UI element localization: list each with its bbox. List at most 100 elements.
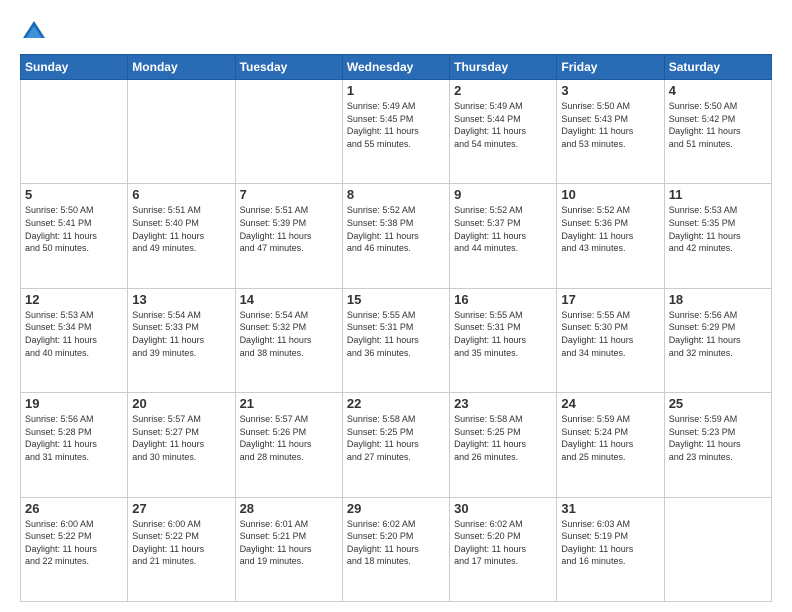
calendar-cell: 19 Sunrise: 5:56 AMSunset: 5:28 PMDayligh… (21, 393, 128, 497)
day-info: Sunrise: 5:53 AMSunset: 5:35 PMDaylight:… (669, 204, 767, 254)
day-info: Sunrise: 6:00 AMSunset: 5:22 PMDaylight:… (25, 518, 123, 568)
calendar-table: SundayMondayTuesdayWednesdayThursdayFrid… (20, 54, 772, 602)
calendar-cell: 11Sunrise: 5:53 AMSunset: 5:35 PMDayligh… (664, 184, 771, 288)
day-info: Sunrise: 5:49 AMSunset: 5:44 PMDaylight:… (454, 100, 552, 150)
day-info: Sunrise: 5:59 AMSunset: 5:23 PMDaylight:… (669, 413, 767, 463)
logo-icon (20, 18, 48, 46)
day-number: 10 (561, 187, 659, 202)
day-info: Sunrise: 5:55 AMSunset: 5:30 PMDaylight:… (561, 309, 659, 359)
day-number: 6 (132, 187, 230, 202)
day-number: 15 (347, 292, 445, 307)
calendar-cell (235, 80, 342, 184)
calendar-cell: 17 Sunrise: 5:55 AMSunset: 5:30 PMDayligh… (557, 288, 664, 392)
calendar-cell: 9 Sunrise: 5:52 AMSunset: 5:37 PMDaylight… (450, 184, 557, 288)
header (20, 18, 772, 46)
day-number: 3 (561, 83, 659, 98)
calendar-cell (664, 497, 771, 601)
day-info: Sunrise: 5:56 AMSunset: 5:29 PMDaylight:… (669, 309, 767, 359)
calendar-cell: 4 Sunrise: 5:50 AMSunset: 5:42 PMDaylight… (664, 80, 771, 184)
day-info: Sunrise: 5:58 AMSunset: 5:25 PMDaylight:… (454, 413, 552, 463)
day-number: 17 (561, 292, 659, 307)
calendar-cell: 31 Sunrise: 6:03 AMSunset: 5:19 PMDayligh… (557, 497, 664, 601)
day-number: 2 (454, 83, 552, 98)
day-info: Sunrise: 6:02 AMSunset: 5:20 PMDaylight:… (454, 518, 552, 568)
day-info: Sunrise: 5:51 AMSunset: 5:39 PMDaylight:… (240, 204, 338, 254)
day-number: 19 (25, 396, 123, 411)
day-info: Sunrise: 5:50 AMSunset: 5:43 PMDaylight:… (561, 100, 659, 150)
day-info: Sunrise: 5:57 AMSunset: 5:27 PMDaylight:… (132, 413, 230, 463)
weekday-header-row: SundayMondayTuesdayWednesdayThursdayFrid… (21, 55, 772, 80)
day-info: Sunrise: 5:50 AMSunset: 5:42 PMDaylight:… (669, 100, 767, 150)
weekday-header-saturday: Saturday (664, 55, 771, 80)
weekday-header-friday: Friday (557, 55, 664, 80)
calendar-cell: 3 Sunrise: 5:50 AMSunset: 5:43 PMDaylight… (557, 80, 664, 184)
weekday-header-wednesday: Wednesday (342, 55, 449, 80)
calendar-week-3: 12Sunrise: 5:53 AMSunset: 5:34 PMDayligh… (21, 288, 772, 392)
calendar-cell: 22 Sunrise: 5:58 AMSunset: 5:25 PMDayligh… (342, 393, 449, 497)
day-info: Sunrise: 5:54 AMSunset: 5:33 PMDaylight:… (132, 309, 230, 359)
weekday-header-sunday: Sunday (21, 55, 128, 80)
day-info: Sunrise: 5:52 AMSunset: 5:36 PMDaylight:… (561, 204, 659, 254)
calendar-cell: 27 Sunrise: 6:00 AMSunset: 5:22 PMDayligh… (128, 497, 235, 601)
calendar-cell: 10 Sunrise: 5:52 AMSunset: 5:36 PMDayligh… (557, 184, 664, 288)
day-number: 9 (454, 187, 552, 202)
day-info: Sunrise: 5:55 AMSunset: 5:31 PMDaylight:… (454, 309, 552, 359)
day-number: 18 (669, 292, 767, 307)
day-number: 21 (240, 396, 338, 411)
day-info: Sunrise: 5:57 AMSunset: 5:26 PMDaylight:… (240, 413, 338, 463)
day-number: 24 (561, 396, 659, 411)
day-number: 27 (132, 501, 230, 516)
day-number: 8 (347, 187, 445, 202)
day-number: 25 (669, 396, 767, 411)
day-number: 14 (240, 292, 338, 307)
calendar-cell: 8 Sunrise: 5:52 AMSunset: 5:38 PMDaylight… (342, 184, 449, 288)
day-info: Sunrise: 6:01 AMSunset: 5:21 PMDaylight:… (240, 518, 338, 568)
day-info: Sunrise: 5:59 AMSunset: 5:24 PMDaylight:… (561, 413, 659, 463)
day-number: 20 (132, 396, 230, 411)
calendar-cell: 29Sunrise: 6:02 AMSunset: 5:20 PMDayligh… (342, 497, 449, 601)
day-info: Sunrise: 5:52 AMSunset: 5:38 PMDaylight:… (347, 204, 445, 254)
calendar-week-1: 1 Sunrise: 5:49 AMSunset: 5:45 PMDaylight… (21, 80, 772, 184)
calendar-cell: 16 Sunrise: 5:55 AMSunset: 5:31 PMDayligh… (450, 288, 557, 392)
day-number: 4 (669, 83, 767, 98)
day-info: Sunrise: 5:50 AMSunset: 5:41 PMDaylight:… (25, 204, 123, 254)
calendar-cell: 14Sunrise: 5:54 AMSunset: 5:32 PMDayligh… (235, 288, 342, 392)
day-number: 1 (347, 83, 445, 98)
day-number: 26 (25, 501, 123, 516)
day-info: Sunrise: 5:55 AMSunset: 5:31 PMDaylight:… (347, 309, 445, 359)
calendar-cell: 13 Sunrise: 5:54 AMSunset: 5:33 PMDayligh… (128, 288, 235, 392)
day-info: Sunrise: 5:58 AMSunset: 5:25 PMDaylight:… (347, 413, 445, 463)
day-info: Sunrise: 6:03 AMSunset: 5:19 PMDaylight:… (561, 518, 659, 568)
calendar-cell: 28 Sunrise: 6:01 AMSunset: 5:21 PMDayligh… (235, 497, 342, 601)
calendar-cell: 5 Sunrise: 5:50 AMSunset: 5:41 PMDaylight… (21, 184, 128, 288)
calendar-cell: 26 Sunrise: 6:00 AMSunset: 5:22 PMDayligh… (21, 497, 128, 601)
day-number: 31 (561, 501, 659, 516)
day-number: 30 (454, 501, 552, 516)
day-info: Sunrise: 5:56 AMSunset: 5:28 PMDaylight:… (25, 413, 123, 463)
day-info: Sunrise: 5:49 AMSunset: 5:45 PMDaylight:… (347, 100, 445, 150)
calendar-cell: 12Sunrise: 5:53 AMSunset: 5:34 PMDayligh… (21, 288, 128, 392)
day-number: 13 (132, 292, 230, 307)
logo (20, 18, 52, 46)
day-info: Sunrise: 6:00 AMSunset: 5:22 PMDaylight:… (132, 518, 230, 568)
calendar-cell: 21 Sunrise: 5:57 AMSunset: 5:26 PMDayligh… (235, 393, 342, 497)
day-number: 7 (240, 187, 338, 202)
day-info: Sunrise: 5:52 AMSunset: 5:37 PMDaylight:… (454, 204, 552, 254)
calendar-cell: 1 Sunrise: 5:49 AMSunset: 5:45 PMDaylight… (342, 80, 449, 184)
calendar-cell: 25 Sunrise: 5:59 AMSunset: 5:23 PMDayligh… (664, 393, 771, 497)
calendar-cell: 30 Sunrise: 6:02 AMSunset: 5:20 PMDayligh… (450, 497, 557, 601)
day-number: 16 (454, 292, 552, 307)
calendar-cell: 24 Sunrise: 5:59 AMSunset: 5:24 PMDayligh… (557, 393, 664, 497)
calendar-cell: 20 Sunrise: 5:57 AMSunset: 5:27 PMDayligh… (128, 393, 235, 497)
calendar-cell: 2 Sunrise: 5:49 AMSunset: 5:44 PMDaylight… (450, 80, 557, 184)
day-number: 29 (347, 501, 445, 516)
weekday-header-tuesday: Tuesday (235, 55, 342, 80)
calendar-cell: 7 Sunrise: 5:51 AMSunset: 5:39 PMDaylight… (235, 184, 342, 288)
day-number: 5 (25, 187, 123, 202)
calendar-week-4: 19 Sunrise: 5:56 AMSunset: 5:28 PMDayligh… (21, 393, 772, 497)
calendar-week-2: 5 Sunrise: 5:50 AMSunset: 5:41 PMDaylight… (21, 184, 772, 288)
calendar-cell: 15 Sunrise: 5:55 AMSunset: 5:31 PMDayligh… (342, 288, 449, 392)
day-info: Sunrise: 5:51 AMSunset: 5:40 PMDaylight:… (132, 204, 230, 254)
day-number: 22 (347, 396, 445, 411)
day-number: 28 (240, 501, 338, 516)
